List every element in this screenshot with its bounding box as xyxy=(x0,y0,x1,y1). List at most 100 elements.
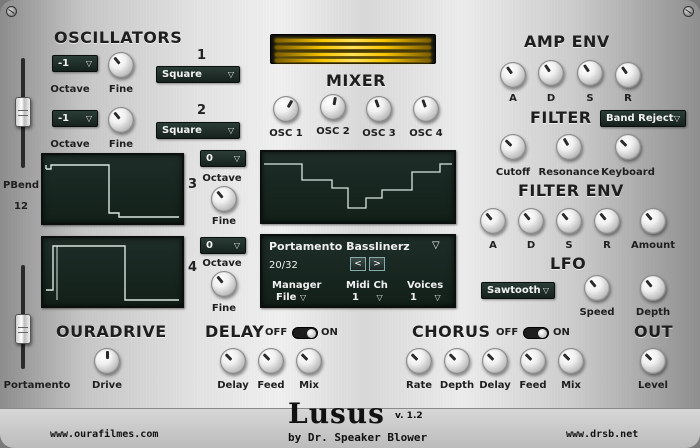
osc2-waveform-dropdown[interactable]: Square ▽ xyxy=(156,122,240,139)
chorus-mix-label: Mix xyxy=(561,380,581,391)
filter-type-dropdown[interactable]: Band Reject ▽ xyxy=(600,110,686,127)
chevron-down-icon: ▽ xyxy=(673,114,680,123)
osc2-fine-label: Fine xyxy=(108,139,134,150)
filter-cutoff-label: Cutoff xyxy=(495,167,531,178)
osc3-waveform-graph xyxy=(45,164,179,218)
mixer-osc1-knob[interactable] xyxy=(273,96,299,122)
amp-env-r-label: R xyxy=(624,93,632,104)
filter-keyboard-label: Keyboard xyxy=(601,167,655,178)
chevron-down-icon: ▽ xyxy=(227,70,234,79)
mixer-osc2-knob[interactable] xyxy=(320,94,346,120)
filter-env-s-knob[interactable] xyxy=(556,208,582,234)
chevron-down-icon: ▽ xyxy=(85,59,92,68)
filter-env-a-knob[interactable] xyxy=(480,208,506,234)
osc1-fine-label: Fine xyxy=(108,84,134,95)
filter-env-d-knob[interactable] xyxy=(518,208,544,234)
preset-dropdown-icon[interactable]: ▽ xyxy=(432,240,440,251)
amp-env-r-knob[interactable] xyxy=(615,62,641,88)
output-level-label: Level xyxy=(638,380,668,391)
amp-env-s-knob[interactable] xyxy=(577,60,603,86)
filter-env-amount-knob[interactable] xyxy=(640,208,666,234)
chevron-down-icon: ▽ xyxy=(299,293,307,302)
osc2-number: 2 xyxy=(197,103,207,118)
lfo-depth-knob[interactable] xyxy=(640,275,666,301)
preset-counter: 20/32 xyxy=(269,260,298,271)
osc2-octave-label: Octave xyxy=(50,139,90,150)
lfo-title: LFO xyxy=(550,254,587,273)
mixer-osc1-label: OSC 1 xyxy=(269,128,303,139)
mixer-osc4-knob[interactable] xyxy=(413,96,439,122)
chevron-down-icon: ▽ xyxy=(85,114,92,123)
osc4-fine-knob[interactable] xyxy=(211,271,237,297)
mixer-osc3-knob[interactable] xyxy=(366,96,392,122)
amp-env-a-knob[interactable] xyxy=(500,62,526,88)
lfo-waveform-dropdown[interactable]: Sawtooth ▽ xyxy=(481,282,555,299)
filter-title: FILTER xyxy=(530,108,592,127)
filter-env-s-label: S xyxy=(565,240,573,251)
filter-env-title: FILTER ENV xyxy=(518,181,624,200)
osc4-fine-label: Fine xyxy=(211,303,237,314)
chorus-rate-knob[interactable] xyxy=(406,348,432,374)
chorus-depth-knob[interactable] xyxy=(444,348,470,374)
midi-channel-dropdown[interactable]: 1 ▽ xyxy=(352,292,383,303)
mixer-osc4-label: OSC 4 xyxy=(409,128,443,139)
url-left-link[interactable]: www.ourafilmes.com xyxy=(50,429,158,440)
osc3-number: 3 xyxy=(188,177,198,192)
osc1-number: 1 xyxy=(197,48,207,63)
osc4-octave-label: Octave xyxy=(202,258,242,269)
chorus-delay-knob[interactable] xyxy=(482,348,508,374)
preset-next-button[interactable]: > xyxy=(369,257,385,271)
amp-env-d-label: D xyxy=(546,93,556,104)
delay-on-label: ON xyxy=(321,327,338,338)
output-level-knob[interactable] xyxy=(640,348,666,374)
filter-keyboard-knob[interactable] xyxy=(615,134,641,160)
lfo-speed-knob[interactable] xyxy=(584,275,610,301)
osc1-fine-knob[interactable] xyxy=(108,52,134,78)
portamento-slider[interactable] xyxy=(15,314,31,344)
pbend-value: 12 xyxy=(14,201,28,212)
osc2-fine-knob[interactable] xyxy=(108,107,134,133)
chorus-mix-knob[interactable] xyxy=(558,348,584,374)
chorus-toggle[interactable] xyxy=(523,327,549,339)
osc1-octave-label: Octave xyxy=(50,84,90,95)
voices-dropdown[interactable]: 1 ▽ xyxy=(410,292,441,303)
filter-cutoff-knob[interactable] xyxy=(500,134,526,160)
chevron-down-icon: ▽ xyxy=(434,293,441,302)
delay-mix-label: Mix xyxy=(299,380,319,391)
chorus-feed-knob[interactable] xyxy=(520,348,546,374)
url-right-link[interactable]: www.drsb.net xyxy=(566,429,638,440)
osc3-fine-knob[interactable] xyxy=(211,186,237,212)
osc3-octave-dropdown[interactable]: 0 ▽ xyxy=(200,150,246,167)
synth-panel: OSCILLATORS 1 2 -1 ▽ Octave Fine Square ▽ … xyxy=(0,0,700,448)
filter-env-r-knob[interactable] xyxy=(594,208,620,234)
preset-name[interactable]: Portamento Basslinerz xyxy=(269,240,410,253)
out-title: OUT xyxy=(634,322,674,341)
drive-knob[interactable] xyxy=(94,348,120,374)
chorus-depth-label: Depth xyxy=(439,380,475,391)
version-text: v. 1.2 xyxy=(395,411,423,421)
osc4-waveform-display[interactable] xyxy=(41,236,184,308)
chorus-feed-label: Feed xyxy=(519,380,547,391)
preset-prev-button[interactable]: < xyxy=(350,257,366,271)
osc1-octave-dropdown[interactable]: -1 ▽ xyxy=(52,55,98,72)
midi-channel-label: Midi Ch xyxy=(346,280,388,291)
oscillators-title: OSCILLATORS xyxy=(54,28,183,47)
osc2-octave-dropdown[interactable]: -1 ▽ xyxy=(52,110,98,127)
chevron-down-icon: ▽ xyxy=(233,241,240,250)
preset-display: Portamento Basslinerz ▽ 20/32 < > Manage… xyxy=(260,234,456,308)
filter-env-r-label: R xyxy=(603,240,611,251)
osc3-waveform-display[interactable] xyxy=(41,153,184,225)
osc4-octave-dropdown[interactable]: 0 ▽ xyxy=(200,237,246,254)
delay-mix-knob[interactable] xyxy=(296,348,322,374)
delay-toggle[interactable] xyxy=(292,327,318,339)
amp-env-d-knob[interactable] xyxy=(538,60,564,86)
output-scope-graph xyxy=(264,163,452,209)
pbend-slider[interactable] xyxy=(15,97,31,127)
delay-time-knob[interactable] xyxy=(220,348,246,374)
level-meter xyxy=(270,34,436,64)
screw-icon xyxy=(683,6,694,17)
osc1-waveform-dropdown[interactable]: Square ▽ xyxy=(156,66,240,83)
delay-feed-knob[interactable] xyxy=(258,348,284,374)
filter-resonance-knob[interactable] xyxy=(556,134,582,160)
manager-dropdown[interactable]: File ▽ xyxy=(276,292,306,303)
